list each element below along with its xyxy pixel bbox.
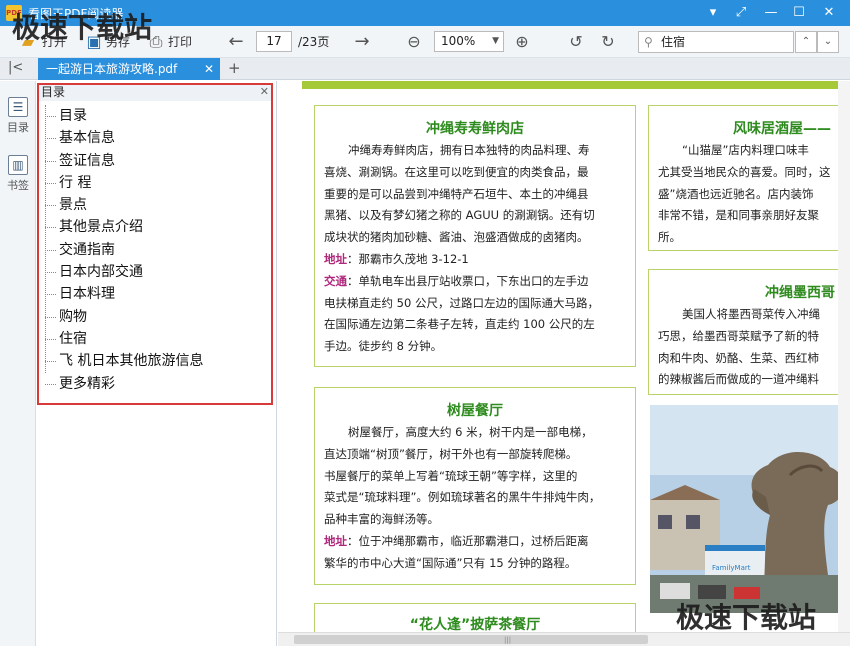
transport-line: 交通：单轨电车出县厅站收票口，下东出口的左手边 [324,271,599,293]
fullscreen-icon[interactable]: ⤢ [730,3,752,23]
text-line: 在国际通左边第二条巷子左转，直走约 100 公尺的左 [324,317,595,332]
chevron-down-icon: ▼ [492,36,499,46]
card-pizza: “花人逢”披萨茶餐厅 [314,603,636,632]
text-line: 非常不错，是和同事亲朋好友聚 [658,208,819,223]
tab-bar: |< 一起游日本旅游攻略.pdf ✕ + [0,58,850,80]
toc-rail-label: 目录 [7,121,29,134]
text-line: 所。 [658,230,681,245]
next-page-arrow-icon[interactable]: → [352,32,372,52]
search-input[interactable]: ⚲ 住宿 [638,31,794,53]
text-line: 喜烧、涮涮锅。在这里可以吃到便宜的肉类食品，最 [324,164,589,179]
text-line: 繁华的市中心大道“国际通”只有 15 分钟的路程。 [324,555,577,570]
vertical-scrollbar[interactable] [838,81,850,632]
card-title: 冲绳墨西哥 [765,285,835,301]
menu-icon[interactable]: ▾ [702,3,724,23]
card-body: 树屋餐厅，高度大约 6 米，树干内是一部电梯， 直达顶端“树顶”餐厅，树干外也有… [324,422,600,575]
close-button[interactable]: ✕ [818,3,840,23]
bookmark-icon: ▥ [8,155,28,175]
card-body: “山猫屋”店内料理口味丰 尤其受当地民众的喜爱。同时，这 盛”烧酒也远近驰名。店… [658,140,831,249]
left-rail: ☰ 目录 ▥ 书签 [0,81,36,646]
text-line: 手边。徒步约 8 分钟。 [324,339,443,354]
search-next-button[interactable]: ⌄ [817,31,839,53]
transport-label: 交通 [324,273,347,288]
text-line: 书屋餐厅的菜单上写着“琉球王朝”等字样，这里的 [324,468,578,483]
text-line: 成块状的猪肉加砂糖、酱油、泡盛酒做成的卤猪肉。 [324,230,589,245]
document-tab[interactable]: 一起游日本旅游攻略.pdf ✕ [38,58,220,80]
zoom-value: 100% [441,34,476,48]
bookmark-rail-label: 书签 [7,179,29,192]
address-line: 地址：那霸市久茂地 3-12-1 [324,249,599,271]
card-title: 风味居酒屋—— [733,121,831,137]
address-text: ：位于冲绳那霸市，临近那霸港口，过桥后距离 [347,533,589,548]
prev-page-arrow-icon[interactable]: ← [226,32,246,52]
toc-rail-button[interactable]: ☰ 目录 [2,97,34,135]
text-line: 黑猪、以及有梦幻猪之称的 AGUU 的涮涮锅。还有切 [324,208,595,223]
close-tab-icon[interactable]: ✕ [204,58,214,80]
text-line: 巧思，给墨西哥菜赋予了新的特 [658,328,819,343]
add-tab-icon[interactable]: + [228,59,241,77]
zoom-select[interactable]: 100% ▼ [434,31,504,52]
page-number-input[interactable]: 17 [256,31,292,52]
watermark-top: 极速下载站 [12,11,153,44]
zoom-in-icon[interactable]: ⊕ [512,32,532,52]
text-line: 直达顶端“树顶”餐厅，树干外也有一部旋转爬梯。 [324,446,578,461]
rotate-right-icon[interactable]: ↻ [598,32,618,52]
card-okinawa-sushi: 冲绳寿寿鲜肉店 冲绳寿寿鲜肉店，拥有日本独特的肉品料理、寿 喜烧、涮涮锅。在这里… [314,105,636,367]
minimize-button[interactable]: — [760,3,782,23]
address-line: 地址：位于冲绳那霸市，临近那霸港口，过桥后距离 [324,531,600,553]
document-tab-label: 一起游日本旅游攻略.pdf [46,62,178,76]
familymart-sign: FamilyMart [712,564,751,572]
address-text: ：那霸市久茂地 3-12-1 [347,251,469,266]
search-value: 住宿 [661,35,686,49]
text-line: 电扶梯直走约 50 公尺，过路口左边的国际通大马路， [324,295,599,310]
page-header-band [302,81,850,89]
bookmark-rail-button[interactable]: ▥ 书签 [2,155,34,193]
print-button[interactable]: 打印 [168,32,192,52]
card-izakaya: 风味居酒屋—— “山猫屋”店内料理口味丰 尤其受当地民众的喜爱。同时，这 盛”烧… [648,105,850,251]
collapse-sidebar-icon[interactable]: |< [8,60,23,75]
scrollbar-thumb[interactable]: ||| [294,635,648,644]
text-line: 肉和牛肉、奶酪、生菜、西红柿 [658,350,819,365]
total-pages-label: /23页 [298,35,330,49]
address-label: 地址 [324,251,347,266]
text-line: 盛”烧酒也远近驰名。店内装饰 [658,186,814,201]
tree-house-photo: FamilyMart [650,405,850,613]
rotate-left-icon[interactable]: ↺ [566,32,586,52]
address-label: 地址 [324,533,347,548]
card-mexican: 冲绳墨西哥 美国人将墨西哥菜传入冲绳 巧思，给墨西哥菜赋予了新的特 肉和牛肉、奶… [648,269,850,395]
text-line: 重要的是可以品尝到冲绳特产石垣牛、本土的冲绳县 [324,186,589,201]
text-line: 美国人将墨西哥菜传入冲绳 [682,307,820,321]
toc-highlight-box [37,83,273,405]
card-body: 美国人将墨西哥菜传入冲绳 巧思，给墨西哥菜赋予了新的特 肉和牛肉、奶酪、生菜、西… [658,304,820,391]
list-icon: ☰ [8,97,28,117]
text-line: 尤其受当地民众的喜爱。同时，这 [658,164,831,179]
scroll-grip-icon: ||| [504,636,512,644]
card-title: “花人逢”披萨茶餐厅 [409,617,541,632]
card-title: 冲绳寿寿鲜肉店 [426,121,524,137]
maximize-button[interactable]: ☐ [788,3,810,23]
search-prev-button[interactable]: ⌃ [795,31,817,53]
transport-text: ：单轨电车出县厅站收票口，下东出口的左手边 [347,273,589,288]
card-title: 树屋餐厅 [447,403,503,419]
watermark-bottom: 极速下载站 [676,601,817,634]
search-icon: ⚲ [644,35,653,49]
text-line: “山猫屋”店内料理口味丰 [682,143,809,157]
photo-illustration: FamilyMart [650,405,850,613]
text-line: 菜式是“琉球料理”。例如琉球著名的黑牛牛排炖牛肉， [324,490,601,505]
card-tree-house: 树屋餐厅 树屋餐厅，高度大约 6 米，树干内是一部电梯， 直达顶端“树顶”餐厅，… [314,387,636,585]
text-line: 冲绳寿寿鲜肉店，拥有日本独特的肉品料理、寿 [348,143,590,157]
text-line: 的辣椒酱后而做成的一道冲绳料 [658,372,819,387]
text-line: 品种丰富的海鲜汤等。 [324,512,439,527]
zoom-out-icon[interactable]: ⊖ [404,32,424,52]
text-line: 树屋餐厅，高度大约 6 米，树干内是一部电梯， [348,425,593,439]
pdf-viewer[interactable]: 冲绳寿寿鲜肉店 冲绳寿寿鲜肉店，拥有日本独特的肉品料理、寿 喜烧、涮涮锅。在这里… [278,81,850,632]
toc-panel: 目录 ✕ 目录 基本信息 签证信息 行 程 景点 其他景点介绍 交通指南 日本内… [37,81,277,646]
card-body: 冲绳寿寿鲜肉店，拥有日本独特的肉品料理、寿 喜烧、涮涮锅。在这里可以吃到便宜的肉… [324,140,599,358]
